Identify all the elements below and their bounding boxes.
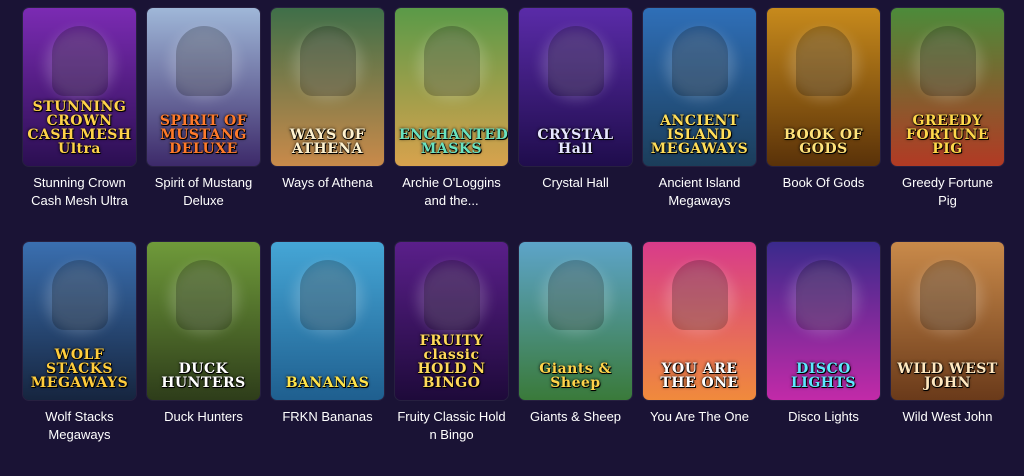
game-title[interactable]: Disco Lights bbox=[767, 408, 880, 426]
game-title[interactable]: Giants & Sheep bbox=[519, 408, 632, 426]
game-logo: FRUITY classic HOLD N BINGO bbox=[417, 333, 486, 391]
game-tile[interactable]: WAYS OF ATHENA Ways of Athena bbox=[271, 8, 384, 242]
game-tile[interactable]: BANANAS FRKN Bananas bbox=[271, 242, 384, 476]
game-title[interactable]: Crystal Hall bbox=[519, 174, 632, 192]
game-thumbnail[interactable]: BANANAS bbox=[271, 242, 384, 400]
game-thumbnail[interactable]: BOOK OF GODS bbox=[767, 8, 880, 166]
game-logo: WOLF STACKS MEGAWAYS bbox=[30, 347, 129, 391]
game-tile[interactable]: SPIRIT OF MUSTANG DELUXE Spirit of Musta… bbox=[147, 8, 260, 242]
game-tile[interactable]: YOU ARE THE ONE You Are The One bbox=[643, 242, 756, 476]
game-tile[interactable]: DUCK HUNTERS Duck Hunters bbox=[147, 242, 260, 476]
game-logo: GREEDY FORTUNE PIG bbox=[905, 113, 990, 157]
game-thumbnail[interactable]: WILD WEST JOHN bbox=[891, 242, 1004, 400]
game-thumbnail[interactable]: WAYS OF ATHENA bbox=[271, 8, 384, 166]
game-title[interactable]: You Are The One bbox=[643, 408, 756, 426]
game-thumbnail[interactable]: YOU ARE THE ONE bbox=[643, 242, 756, 400]
game-thumbnail[interactable]: ENCHANTED MASKS bbox=[395, 8, 508, 166]
game-logo: ANCIENT ISLAND MEGAWAYS bbox=[650, 113, 749, 157]
game-logo: WAYS OF ATHENA bbox=[289, 127, 366, 157]
game-logo: YOU ARE THE ONE bbox=[660, 361, 739, 391]
game-title[interactable]: Spirit of Mustang Deluxe bbox=[147, 174, 260, 210]
game-title[interactable]: Greedy Fortune Pig bbox=[891, 174, 1004, 210]
games-grid: STUNNING CROWN CASH MESH Ultra Stunning … bbox=[23, 8, 1004, 476]
game-tile[interactable]: WOLF STACKS MEGAWAYS Wolf Stacks Megaway… bbox=[23, 242, 136, 476]
game-title[interactable]: Ways of Athena bbox=[271, 174, 384, 192]
game-tile[interactable]: WILD WEST JOHN Wild West John bbox=[891, 242, 1004, 476]
game-tile[interactable]: BOOK OF GODS Book Of Gods bbox=[767, 8, 880, 242]
game-tile[interactable]: DISCO LIGHTS Disco Lights bbox=[767, 242, 880, 476]
game-title[interactable]: Archie O'Loggins and the... bbox=[395, 174, 508, 210]
game-thumbnail[interactable]: GREEDY FORTUNE PIG bbox=[891, 8, 1004, 166]
game-thumbnail[interactable]: ANCIENT ISLAND MEGAWAYS bbox=[643, 8, 756, 166]
game-logo: SPIRIT OF MUSTANG DELUXE bbox=[159, 113, 248, 157]
game-tile[interactable]: CRYSTAL Hall Crystal Hall bbox=[519, 8, 632, 242]
game-logo: ENCHANTED MASKS bbox=[399, 127, 508, 157]
game-logo: DISCO LIGHTS bbox=[790, 361, 857, 391]
game-thumbnail[interactable]: Giants & Sheep bbox=[519, 242, 632, 400]
game-tile[interactable]: FRUITY classic HOLD N BINGO Fruity Class… bbox=[395, 242, 508, 476]
game-thumbnail[interactable]: FRUITY classic HOLD N BINGO bbox=[395, 242, 508, 400]
game-logo: WILD WEST JOHN bbox=[897, 361, 998, 391]
game-title[interactable]: Ancient Island Megaways bbox=[643, 174, 756, 210]
game-title[interactable]: Fruity Classic Hold n Bingo bbox=[395, 408, 508, 444]
game-title[interactable]: FRKN Bananas bbox=[271, 408, 384, 426]
game-thumbnail[interactable]: DUCK HUNTERS bbox=[147, 242, 260, 400]
game-logo: CRYSTAL Hall bbox=[537, 127, 614, 157]
game-tile[interactable]: Giants & Sheep Giants & Sheep bbox=[519, 242, 632, 476]
game-logo: STUNNING CROWN CASH MESH Ultra bbox=[27, 99, 132, 157]
game-title[interactable]: Wild West John bbox=[891, 408, 1004, 426]
game-logo: Giants & Sheep bbox=[539, 361, 612, 391]
game-tile[interactable]: STUNNING CROWN CASH MESH Ultra Stunning … bbox=[23, 8, 136, 242]
game-thumbnail[interactable]: STUNNING CROWN CASH MESH Ultra bbox=[23, 8, 136, 166]
game-title[interactable]: Wolf Stacks Megaways bbox=[23, 408, 136, 444]
game-title[interactable]: Stunning Crown Cash Mesh Ultra bbox=[23, 174, 136, 210]
game-thumbnail[interactable]: CRYSTAL Hall bbox=[519, 8, 632, 166]
game-logo: BANANAS bbox=[285, 375, 370, 391]
game-logo: DUCK HUNTERS bbox=[161, 361, 246, 391]
game-tile[interactable]: GREEDY FORTUNE PIG Greedy Fortune Pig bbox=[891, 8, 1004, 242]
game-title[interactable]: Duck Hunters bbox=[147, 408, 260, 426]
game-title[interactable]: Book Of Gods bbox=[767, 174, 880, 192]
game-tile[interactable]: ANCIENT ISLAND MEGAWAYS Ancient Island M… bbox=[643, 8, 756, 242]
game-thumbnail[interactable]: WOLF STACKS MEGAWAYS bbox=[23, 242, 136, 400]
game-logo: BOOK OF GODS bbox=[783, 127, 864, 157]
game-tile[interactable]: ENCHANTED MASKS Archie O'Loggins and the… bbox=[395, 8, 508, 242]
game-thumbnail[interactable]: SPIRIT OF MUSTANG DELUXE bbox=[147, 8, 260, 166]
game-thumbnail[interactable]: DISCO LIGHTS bbox=[767, 242, 880, 400]
